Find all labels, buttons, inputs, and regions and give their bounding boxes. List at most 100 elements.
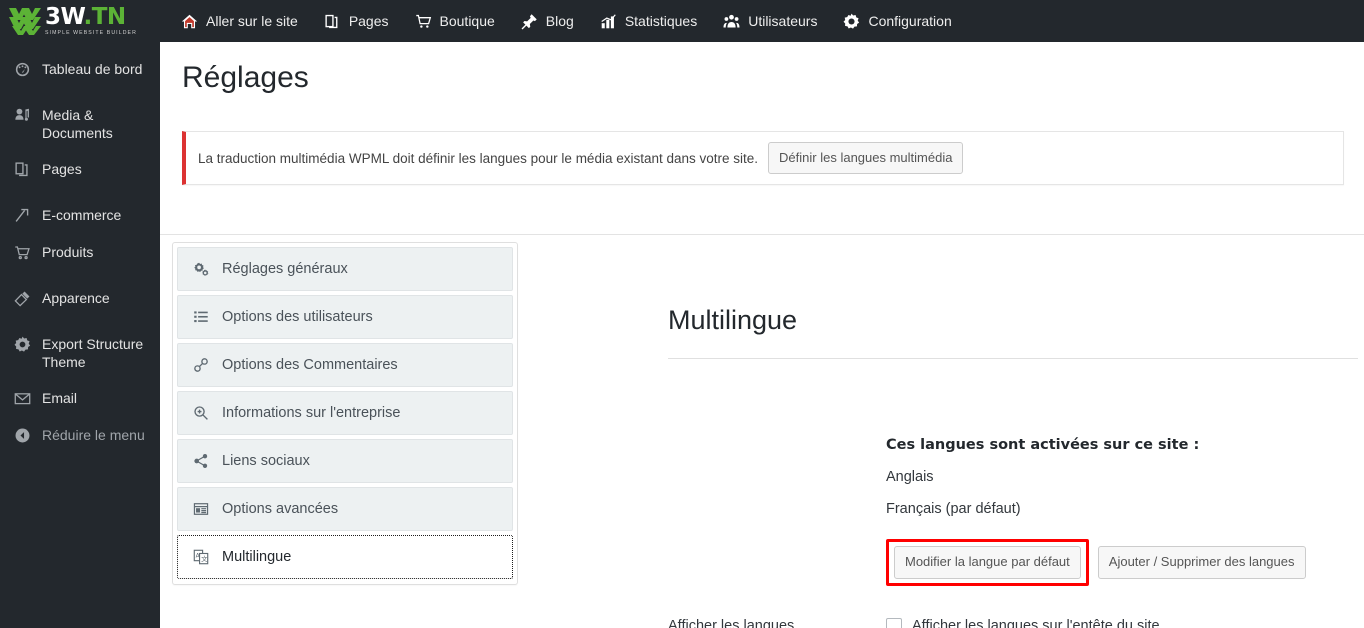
language-actions: Modifier la langue par défaut Ajouter / … <box>886 539 1364 586</box>
adminbar-label: Aller sur le site <box>206 13 298 29</box>
settings-nav-item-informations-sur-l-entreprise[interactable]: Informations sur l'entreprise <box>177 391 513 435</box>
settings-nav-label: Options des utilisateurs <box>222 309 373 325</box>
brand-name: 3W.TN <box>45 3 126 30</box>
share-icon <box>192 452 210 470</box>
media-icon <box>12 106 32 125</box>
active-languages-block: Ces langues sont activées sur ce site : … <box>668 437 1364 586</box>
adminbar-item-boutique[interactable]: Boutique <box>402 0 508 42</box>
settings-nav-box: Réglages généraux Options des utilisateu… <box>172 242 518 585</box>
page-title: Réglages <box>182 61 309 94</box>
envelope-icon <box>12 389 32 408</box>
sidebar-label: E-commerce <box>42 207 122 223</box>
translate-icon: A文 <box>192 548 210 566</box>
settings-nav-panel: Réglages généraux Options des utilisateu… <box>160 242 530 628</box>
sidebar-label: Apparence <box>42 290 110 306</box>
sidebar-item-pages[interactable]: Pages <box>0 151 160 188</box>
settings-nav-label: Multilingue <box>222 549 292 565</box>
link-icon <box>192 356 210 374</box>
chart-icon <box>600 13 617 30</box>
list-icon <box>192 308 210 326</box>
home-icon <box>181 13 198 30</box>
multilingue-panel: Multilingue Ces langues sont activées su… <box>530 242 1364 628</box>
pages-icon <box>12 160 32 179</box>
content-divider <box>160 234 1364 235</box>
add-remove-languages-button[interactable]: Ajouter / Supprimer des langues <box>1097 546 1306 579</box>
sidebar-item-ecommerce[interactable]: E-commerce <box>0 197 160 234</box>
sidebar-item-media-documents[interactable]: Media & Documents <box>0 97 160 151</box>
main-content: Réglages La traduction multimédia WPML d… <box>160 42 1364 628</box>
multilingue-title-rule <box>668 358 1358 360</box>
sidebar-item-tableau-de-bord[interactable]: Tableau de bord <box>0 51 160 88</box>
settings-nav-label: Réglages généraux <box>222 261 348 277</box>
settings-nav-item-options-avancees[interactable]: Options avancées <box>177 487 513 531</box>
adminbar-label: Boutique <box>439 13 495 29</box>
sidebar-item-email[interactable]: Email <box>0 380 160 417</box>
sidebar-item-export-structure-theme[interactable]: Export Structure Theme <box>0 326 160 380</box>
sidebar-collapse-menu[interactable]: Réduire le menu <box>0 417 160 454</box>
language-item: Français (par défaut) <box>886 501 1021 518</box>
adminbar-label: Blog <box>545 13 574 29</box>
show-languages-checkbox-label[interactable]: Afficher les langues sur l'entête du sit… <box>912 618 1160 628</box>
cogs-icon <box>192 260 210 278</box>
language-item: Anglais <box>886 469 934 486</box>
gear-icon <box>843 13 860 30</box>
settings-nav-item-options-des-commentaires[interactable]: Options des Commentaires <box>177 343 513 387</box>
window-icon <box>192 500 210 518</box>
main-sidebar: Tableau de bord Media & Documents Pages … <box>0 42 160 628</box>
logo-chevrons-icon <box>8 6 42 36</box>
settings-nav-item-liens-sociaux[interactable]: Liens sociaux <box>177 439 513 483</box>
adminbar-item-utilisateurs[interactable]: Utilisateurs <box>710 0 830 42</box>
sidebar-item-produits[interactable]: Produits <box>0 234 160 271</box>
adminbar-item-pages[interactable]: Pages <box>311 0 402 42</box>
gear-icon <box>12 335 32 354</box>
brand-logo[interactable]: 3W.TN SIMPLE WEBSITE BUILDER <box>0 0 160 42</box>
show-languages-checkbox[interactable] <box>886 617 902 628</box>
show-languages-checkbox-group: Afficher les langues sur l'entête du sit… <box>886 617 1160 628</box>
pages-icon <box>324 13 341 30</box>
ecommerce-icon <box>12 206 32 225</box>
brand-tagline: SIMPLE WEBSITE BUILDER <box>45 29 137 36</box>
sidebar-label: Export Structure Theme <box>42 336 144 370</box>
admin-bar-menu: Aller sur le site Pages Boutique Blog St <box>168 0 965 42</box>
adminbar-label: Pages <box>348 13 389 29</box>
sidebar-item-apparence[interactable]: Apparence <box>0 280 160 317</box>
adminbar-label: Statistiques <box>624 13 698 29</box>
define-media-languages-button[interactable]: Définir les langues multimédia <box>768 142 964 175</box>
sidebar-collapse-label: Réduire le menu <box>42 427 145 443</box>
highlight-box: Modifier la langue par défaut <box>886 539 1089 586</box>
adminbar-item-statistiques[interactable]: Statistiques <box>587 0 710 42</box>
adminbar-label: Utilisateurs <box>748 13 818 29</box>
settings-nav-item-options-des-utilisateurs[interactable]: Options des utilisateurs <box>177 295 513 339</box>
brush-icon <box>12 289 32 308</box>
sidebar-label: Media & Documents <box>42 107 113 141</box>
settings-nav-label: Informations sur l'entreprise <box>222 405 401 421</box>
settings-nav-item-reglages-generaux[interactable]: Réglages généraux <box>177 247 513 291</box>
notice-text: La traduction multimédia WPML doit défin… <box>198 150 759 166</box>
multilingue-title: Multilingue <box>668 305 798 335</box>
adminbar-item-aller-sur-le-site[interactable]: Aller sur le site <box>168 0 311 42</box>
settings-nav-label: Liens sociaux <box>222 453 310 469</box>
show-languages-label: Afficher les langues <box>668 617 795 628</box>
search-plus-icon <box>192 404 210 422</box>
edit-default-language-button[interactable]: Modifier la langue par défaut <box>894 546 1081 579</box>
settings-nav-item-multilingue[interactable]: A文 Multilingue <box>177 535 513 579</box>
sidebar-label: Pages <box>42 161 82 177</box>
dashboard-icon <box>12 60 32 79</box>
adminbar-item-blog[interactable]: Blog <box>508 0 587 42</box>
show-languages-row: Afficher les langues Afficher les langue… <box>668 617 1364 628</box>
svg-text:文: 文 <box>201 554 208 563</box>
cart-icon <box>415 13 432 30</box>
sidebar-label: Tableau de bord <box>42 61 143 77</box>
sidebar-label: Email <box>42 390 78 406</box>
admin-bar: 3W.TN SIMPLE WEBSITE BUILDER Aller sur l… <box>0 0 1364 42</box>
pin-icon <box>521 13 538 30</box>
adminbar-item-configuration[interactable]: Configuration <box>830 0 964 42</box>
cart-icon <box>12 243 32 262</box>
collapse-arrow-icon <box>12 426 32 445</box>
settings-columns: Réglages généraux Options des utilisateu… <box>160 242 1364 628</box>
